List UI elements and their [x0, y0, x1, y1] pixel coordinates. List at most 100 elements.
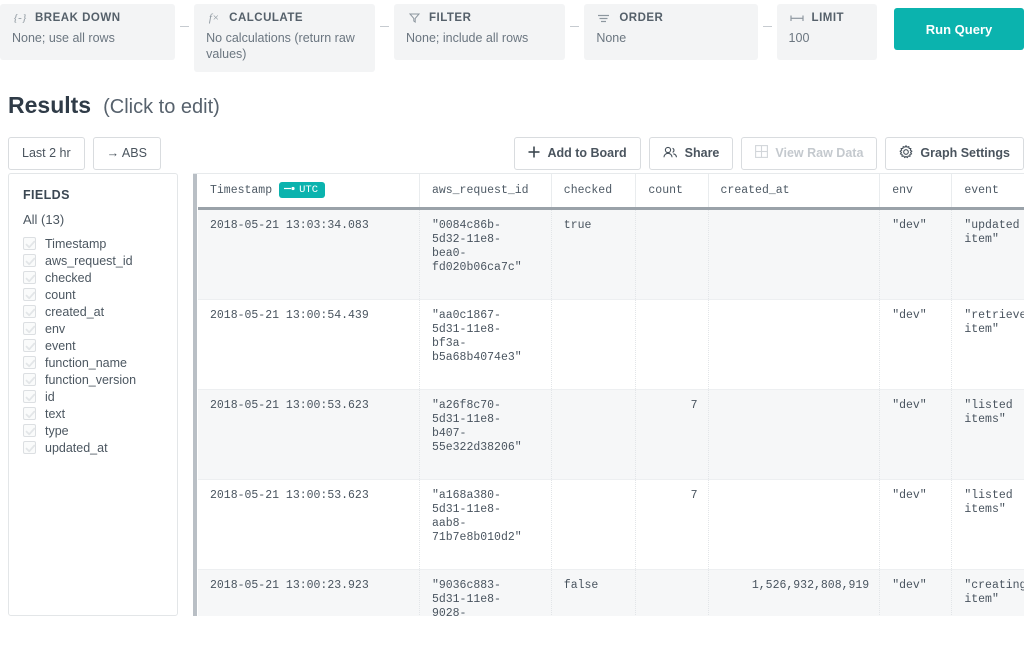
column-label: checked: [563, 183, 613, 197]
field-item[interactable]: type: [23, 422, 177, 439]
field-item[interactable]: function_version: [23, 371, 177, 388]
field-checkbox[interactable]: [23, 288, 36, 301]
clause-header: LIMIT: [789, 12, 866, 24]
column-header-checked[interactable]: checked: [551, 174, 637, 210]
add-to-board-button[interactable]: Add to Board: [514, 136, 641, 170]
table-header: Timestamp UTC aws_request_id checked cou…: [198, 174, 1024, 210]
table-cell-aws-request-id: "9036c883- 5d31-11e8- 9028- 7db8450c20a0…: [419, 569, 552, 616]
field-checkbox[interactable]: [23, 271, 36, 284]
column-label: Timestamp: [210, 183, 273, 197]
column-header-count[interactable]: count: [635, 174, 709, 210]
query-clause-calculate[interactable]: f× CALCULATE No calculations (return raw…: [194, 4, 376, 72]
field-label: function_name: [45, 355, 128, 370]
table-row[interactable]: 2018-05-21 13:00:54.439 "aa0c1867- 5d31-1…: [198, 299, 1024, 390]
field-checkbox[interactable]: [23, 356, 36, 369]
clause-value: 100: [788, 31, 810, 45]
clause-value: None: [596, 31, 627, 45]
column-label: count: [648, 183, 683, 197]
field-checkbox[interactable]: [23, 339, 36, 352]
fields-all-label[interactable]: All (13): [23, 212, 177, 227]
field-item[interactable]: count: [23, 286, 177, 303]
fields-panel: FIELDS All (13) Timestamp aws_request_id c…: [8, 173, 178, 616]
grid-icon: [755, 145, 769, 161]
table-cell-event: "listed items": [951, 479, 1024, 570]
field-checkbox[interactable]: [23, 322, 36, 335]
column-header-aws-request-id[interactable]: aws_request_id: [419, 174, 552, 210]
table-cell-count: [635, 569, 709, 616]
timezone-badge[interactable]: UTC: [279, 182, 326, 198]
break-down-icon: {-}: [13, 11, 27, 24]
gear-icon: [899, 144, 913, 162]
table-vertical-scrollbar[interactable]: [193, 174, 197, 616]
table-cell-env: "dev": [879, 208, 953, 300]
field-checkbox[interactable]: [23, 424, 36, 437]
table-cell-event: "creating item": [951, 569, 1024, 616]
field-label: event: [45, 338, 76, 353]
query-clause-filter[interactable]: FILTER None; include all rows: [394, 4, 566, 60]
field-item[interactable]: env: [23, 320, 177, 337]
order-icon: [596, 14, 612, 23]
plus-icon: [528, 146, 540, 161]
query-clause-break-down[interactable]: {-} BREAK DOWN None; use all rows: [0, 4, 176, 60]
absolute-time-toggle[interactable]: → ABS: [92, 136, 161, 170]
table-row[interactable]: 2018-05-21 13:00:23.923 "9036c883- 5d31-1…: [198, 569, 1024, 616]
column-header-timestamp[interactable]: Timestamp UTC: [198, 174, 420, 210]
table-row[interactable]: 2018-05-21 13:03:34.083 "0084c86b- 5d32-1…: [198, 208, 1024, 300]
table-row[interactable]: 2018-05-21 13:00:53.623 "a26f8c70- 5d31-1…: [198, 389, 1024, 480]
field-label: env: [45, 321, 66, 336]
table-cell-aws-request-id: "aa0c1867- 5d31-11e8- bf3a- b5a68b4074e3…: [419, 299, 552, 390]
table-cell-aws-request-id: "a26f8c70- 5d31-11e8- b407- 55e322d38206…: [419, 389, 552, 480]
column-header-event[interactable]: event: [951, 174, 1024, 210]
table-cell-created-at: 1,526,932,808,919: [708, 569, 881, 616]
field-checkbox[interactable]: [23, 254, 36, 267]
field-item[interactable]: event: [23, 337, 177, 354]
table-cell-created-at: [708, 479, 881, 570]
page-title: Results: [8, 92, 92, 118]
table-row[interactable]: 2018-05-21 13:00:53.623 "a168a380- 5d31-1…: [198, 479, 1024, 570]
field-item[interactable]: Timestamp: [23, 235, 177, 252]
action-button-group: Add to Board Share View Raw Data Graph S…: [514, 136, 1024, 170]
field-item[interactable]: updated_at: [23, 439, 177, 456]
table-cell-count: 7: [635, 479, 709, 570]
column-label: event: [964, 183, 999, 197]
field-item[interactable]: text: [23, 405, 177, 422]
column-header-env[interactable]: env: [879, 174, 953, 210]
timezone-label: UTC: [299, 184, 319, 196]
query-clause-order[interactable]: ORDER None: [584, 4, 758, 60]
fields-list: Timestamp aws_request_id checked count creat…: [23, 235, 177, 456]
view-raw-data-button[interactable]: View Raw Data: [741, 136, 878, 170]
run-query-button[interactable]: Run Query: [894, 8, 1024, 50]
table-cell-env: "dev": [879, 389, 953, 480]
field-checkbox[interactable]: [23, 441, 36, 454]
share-button[interactable]: Share: [648, 136, 734, 170]
field-item[interactable]: created_at: [23, 303, 177, 320]
query-clause-limit[interactable]: LIMIT 100: [776, 4, 878, 60]
table-cell-timestamp: 2018-05-21 13:00:53.623: [198, 479, 420, 570]
table-cell-aws-request-id: "a168a380- 5d31-11e8- aab8- 71b7e8b010d2…: [419, 479, 552, 570]
field-item[interactable]: aws_request_id: [23, 252, 177, 269]
table-cell-count: [635, 299, 709, 390]
field-label: count: [45, 287, 76, 302]
column-header-created-at[interactable]: created_at: [708, 174, 881, 210]
clause-title: BREAK DOWN: [35, 12, 121, 24]
field-checkbox[interactable]: [23, 407, 36, 420]
field-item[interactable]: id: [23, 388, 177, 405]
results-subtitle[interactable]: (Click to edit): [103, 96, 220, 119]
results-action-bar: Last 2 hr → ABS Add to Board Share View …: [0, 119, 1024, 173]
field-checkbox[interactable]: [23, 373, 36, 386]
field-label: type: [45, 423, 69, 438]
graph-settings-button[interactable]: Graph Settings: [885, 136, 1024, 170]
field-label: checked: [45, 270, 92, 285]
time-range-button[interactable]: Last 2 hr: [8, 136, 85, 170]
results-table: Timestamp UTC aws_request_id checked cou…: [198, 174, 1024, 616]
field-checkbox[interactable]: [23, 237, 36, 250]
fields-panel-title: FIELDS: [23, 188, 70, 202]
table-cell-checked: false: [551, 569, 637, 616]
field-item[interactable]: checked: [23, 269, 177, 286]
field-item[interactable]: function_name: [23, 354, 177, 371]
results-body: FIELDS All (13) Timestamp aws_request_id c…: [0, 173, 1024, 616]
field-checkbox[interactable]: [23, 305, 36, 318]
filter-icon: [406, 13, 422, 23]
field-checkbox[interactable]: [23, 390, 36, 403]
table-cell-timestamp: 2018-05-21 13:00:23.923: [198, 569, 420, 616]
